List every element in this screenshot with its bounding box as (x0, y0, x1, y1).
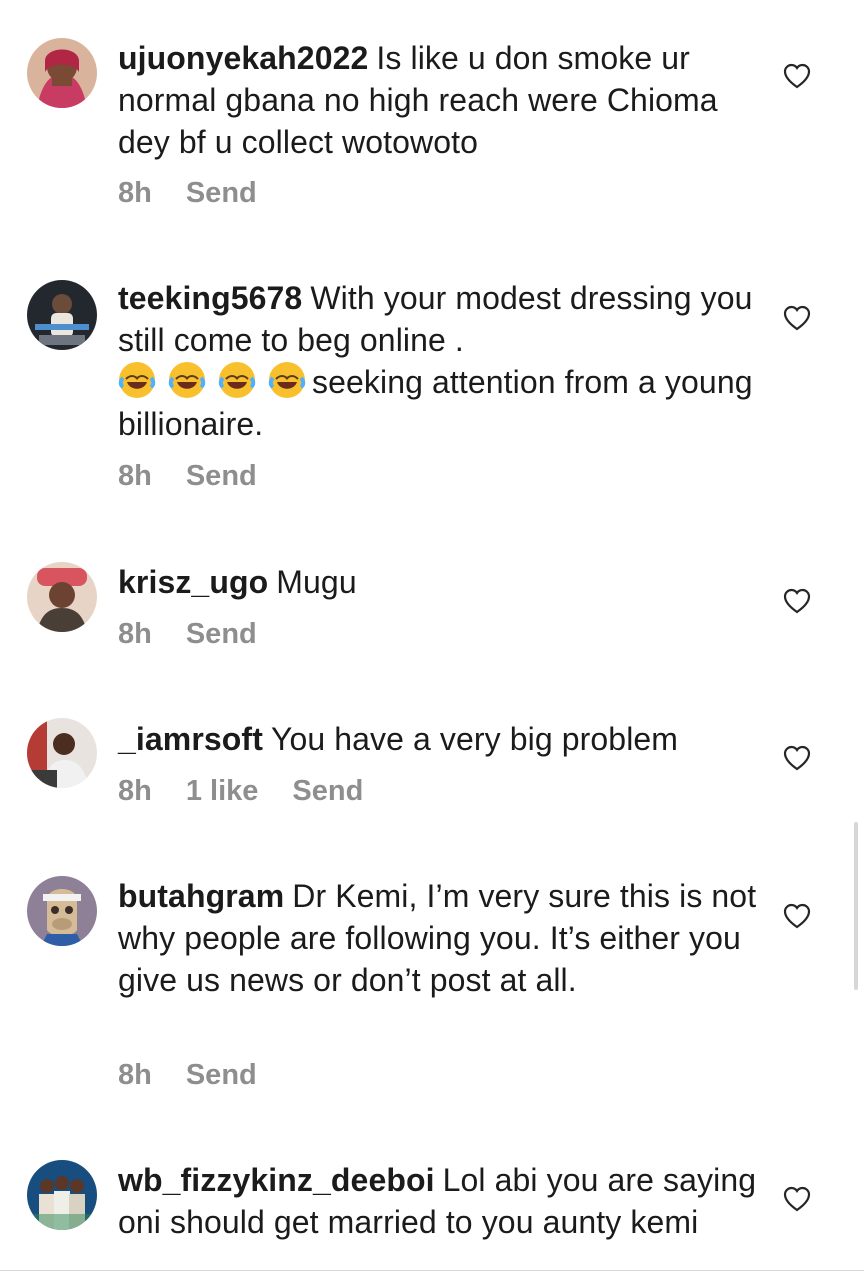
comment-username[interactable]: wb_fizzykinz_deeboi (118, 1162, 435, 1198)
heart-icon[interactable] (783, 1186, 811, 1214)
comment-body: wb_fizzykinz_deeboi Lol abi you are sayin… (118, 1159, 758, 1243)
comment-meta: 8h Send (118, 460, 291, 493)
laughing-emoji-icon (218, 361, 256, 399)
comment-time: 8h (118, 177, 152, 209)
comment-body: teeking5678 With your modest dressing you… (118, 277, 758, 445)
comment-body: butahgram Dr Kemi, I’m very sure this is … (118, 875, 758, 1001)
comment-time: 8h (118, 618, 152, 650)
laughing-emoji-icon (118, 361, 156, 399)
comment-body: krisz_ugo Mugu (118, 561, 758, 603)
comment-username[interactable]: teeking5678 (118, 280, 302, 316)
comment-input-divider (0, 1270, 864, 1281)
comment-username[interactable]: butahgram (118, 878, 284, 914)
scrollbar[interactable] (854, 822, 858, 990)
laughing-emoji-icon (168, 361, 206, 399)
comment-body: _iamrsoft You have a very big problem (118, 718, 758, 760)
send-button[interactable]: Send (186, 1059, 257, 1091)
send-button[interactable]: Send (186, 460, 257, 492)
send-button[interactable]: Send (292, 775, 363, 807)
heart-icon[interactable] (783, 745, 811, 773)
comment-meta: 8h Send (118, 618, 291, 651)
comment-text: butahgram Dr Kemi, I’m very sure this is … (118, 875, 758, 1001)
avatar[interactable] (27, 562, 97, 632)
comment-message: Mugu (276, 564, 357, 600)
comment-text: krisz_ugo Mugu (118, 561, 758, 603)
comment-meta: 8h Send (118, 177, 291, 210)
avatar[interactable] (27, 280, 97, 350)
comment-meta: 8h 1 like Send (118, 775, 397, 808)
comment-message: You have a very big problem (270, 721, 679, 757)
heart-icon[interactable] (783, 903, 811, 931)
comment-time: 8h (118, 460, 152, 492)
avatar[interactable] (27, 876, 97, 946)
comment-message-continuation: seeking attention from a young billionai… (118, 364, 753, 442)
comment-username[interactable]: krisz_ugo (118, 564, 268, 600)
comment-text: _iamrsoft You have a very big problem (118, 718, 758, 760)
comment-username[interactable]: ujuonyekah2022 (118, 40, 368, 76)
send-button[interactable]: Send (186, 177, 257, 209)
comment-time: 8h (118, 1059, 152, 1091)
comment-body: ujuonyekah2022 Is like u don smoke ur nor… (118, 37, 758, 163)
comment-meta: 8h Send (118, 1059, 291, 1092)
heart-icon[interactable] (783, 588, 811, 616)
laughing-emoji-icon (268, 361, 306, 399)
heart-icon[interactable] (783, 63, 811, 91)
send-button[interactable]: Send (186, 618, 257, 650)
avatar[interactable] (27, 38, 97, 108)
comment-text: teeking5678 With your modest dressing you… (118, 277, 758, 445)
avatar[interactable] (27, 718, 97, 788)
avatar[interactable] (27, 1160, 97, 1230)
comment-text: ujuonyekah2022 Is like u don smoke ur nor… (118, 37, 758, 163)
heart-icon[interactable] (783, 305, 811, 333)
comment-username[interactable]: _iamrsoft (118, 721, 263, 757)
comment-time: 8h (118, 775, 152, 807)
comment-text: wb_fizzykinz_deeboi Lol abi you are sayin… (118, 1159, 758, 1243)
likes-count-button[interactable]: 1 like (186, 775, 259, 807)
